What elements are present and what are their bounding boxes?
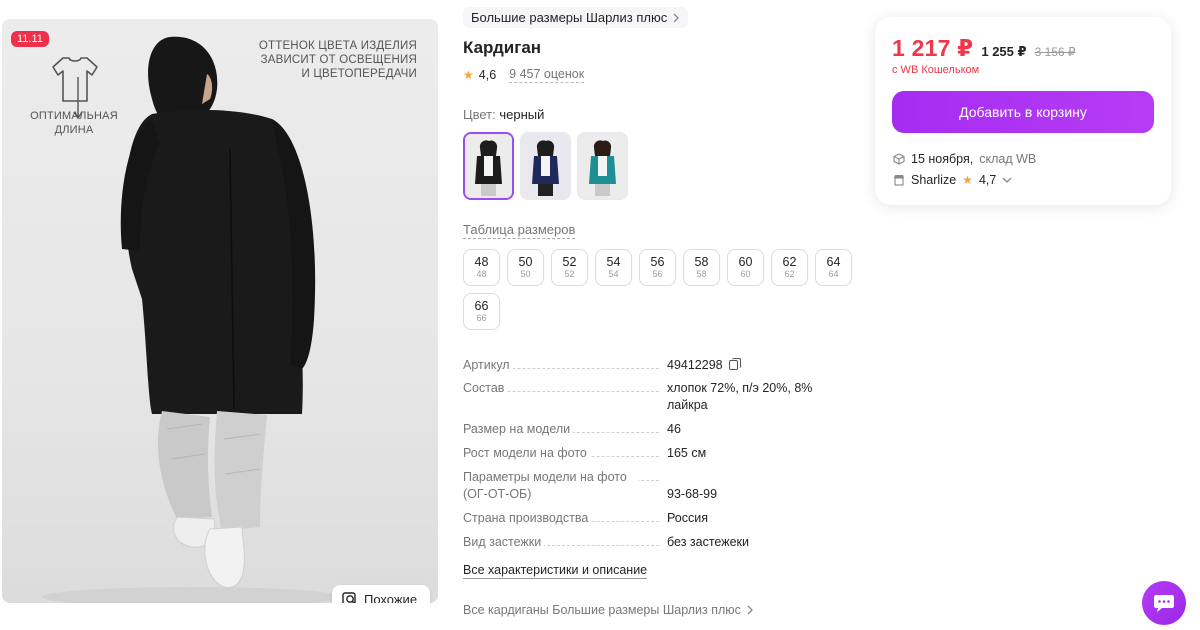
promo-badge: 11.11 [11,31,49,47]
spec-value: Россия [667,511,708,525]
spec-value: 46 [667,422,681,436]
box-icon [893,153,905,165]
seller-rating: 4,7 [978,173,997,187]
size-selector: 48 48 50 50 52 52 54 54 56 56 58 58 60 60 62 62 … [463,249,863,330]
article-number: 49412298 [667,358,723,372]
copy-icon[interactable] [728,358,741,370]
spec-key: Артикул [463,357,513,374]
size-option[interactable]: 56 56 [639,249,676,286]
old-price: 3 156 ₽ [1034,45,1076,59]
reviews-link[interactable]: 9 457 оценок [509,67,585,83]
spec-row: Вид застежки без застежеки [463,534,833,551]
add-to-cart-button[interactable]: Добавить в корзину [892,91,1154,133]
wallet-price: 1 217 ₽ [892,35,974,61]
spec-key: Параметры модели на фото (ОГ-ОТ-ОБ) [463,469,638,503]
spec-row: Размер на модели 46 [463,421,833,438]
delivery-warehouse: склад WB [979,152,1037,166]
size-option[interactable]: 48 48 [463,249,500,286]
spec-value: 93-68-99 [667,487,718,501]
all-category-link[interactable]: Все кардиганы Большие размеры Шарлиз плю… [463,603,754,617]
delivery-date: 15 ноября, [911,152,974,166]
product-rating: ★ 4,6 9 457 оценок [463,67,585,83]
size-option[interactable]: 50 50 [507,249,544,286]
search-similar-icon [342,592,356,603]
spec-key: Состав [463,380,508,414]
similar-button-label: Похожие [364,591,418,604]
delivery-info: 15 ноября, склад WB [893,152,1036,166]
color-value: черный [499,107,545,122]
spec-row: Параметры модели на фото (ОГ-ОТ-ОБ) 93-6… [463,469,833,503]
spec-value: 165 см [667,446,707,460]
chat-button[interactable] [1142,581,1186,625]
product-title: Кардиган [463,38,542,57]
spec-key: Вид застежки [463,534,545,551]
spec-row: Состав хлопок 72%, п/э 20%, 8% лайкра [463,380,833,414]
spec-row: Страна производства Россия [463,510,833,527]
length-label-text: ОПТИМАЛЬНАЯ ДЛИНА [30,110,118,136]
color-thumb-teal[interactable] [577,132,628,200]
star-icon: ★ [463,68,474,82]
size-option[interactable]: 64 64 [815,249,852,286]
product-photo[interactable]: 11.11 ОПТИМАЛЬНАЯ ДЛИНА ОТТЕНОК ЦВЕТА ИЗ… [2,19,438,603]
chevron-down-icon [1002,177,1012,183]
seller-info[interactable]: Sharlize ★ 4,7 [893,173,1012,187]
spec-key: Размер на модели [463,421,574,438]
size-table-link[interactable]: Таблица размеров [463,222,576,239]
size-option[interactable]: 58 58 [683,249,720,286]
shop-icon [894,175,904,186]
color-thumb-navy[interactable] [520,132,571,200]
spec-key: Рост модели на фото [463,445,590,462]
color-selector-label: Цвет: черный [463,107,544,122]
wallet-note[interactable]: с WB Кошельком [892,64,979,76]
rating-value: 4,6 [478,68,497,82]
spec-key: Страна производства [463,510,592,527]
color-thumb-black[interactable] [463,132,514,200]
spec-row: Артикул 49412298 [463,357,833,374]
length-label: ОПТИМАЛЬНАЯ ДЛИНА [26,109,122,137]
star-icon: ★ [962,173,973,187]
specs-table: Артикул 49412298 Состав хлопок 72%, п/э … [463,357,833,551]
color-note: ОТТЕНОК ЦВЕТА ИЗДЕЛИЯ ЗАВИСИТ ОТ ОСВЕЩЕН… [247,39,417,81]
chat-icon [1154,595,1174,612]
seller-name: Sharlize [911,173,957,187]
buy-card: 1 217 ₽ 1 255 ₽ 3 156 ₽ с WB Кошельком Д… [875,17,1171,205]
spec-value: без застежеки [667,535,749,549]
size-option[interactable]: 60 60 [727,249,764,286]
brand-name: Большие размеры Шарлиз плюс [471,10,668,25]
size-option[interactable]: 66 66 [463,293,500,330]
all-category-label: Все кардиганы Большие размеры Шарлиз плю… [463,603,741,617]
chevron-right-icon [673,13,680,22]
similar-button[interactable]: Похожие [332,585,430,603]
color-label: Цвет: [463,107,496,122]
size-option[interactable]: 62 62 [771,249,808,286]
all-specs-link[interactable]: Все характеристики и описание [463,563,648,579]
spec-value: хлопок 72%, п/э 20%, 8% лайкра [667,381,813,412]
spec-row: Рост модели на фото 165 см [463,445,833,462]
regular-price: 1 255 ₽ [981,44,1027,59]
chevron-right-icon [747,605,753,615]
brand-link[interactable]: Большие размеры Шарлиз плюс [463,7,689,28]
price-row: 1 217 ₽ 1 255 ₽ 3 156 ₽ [892,35,1076,62]
size-option[interactable]: 54 54 [595,249,632,286]
color-thumbnails [463,132,628,200]
size-option[interactable]: 52 52 [551,249,588,286]
color-note-text: ОТТЕНОК ЦВЕТА ИЗДЕЛИЯ ЗАВИСИТ ОТ ОСВЕЩЕН… [258,40,417,80]
